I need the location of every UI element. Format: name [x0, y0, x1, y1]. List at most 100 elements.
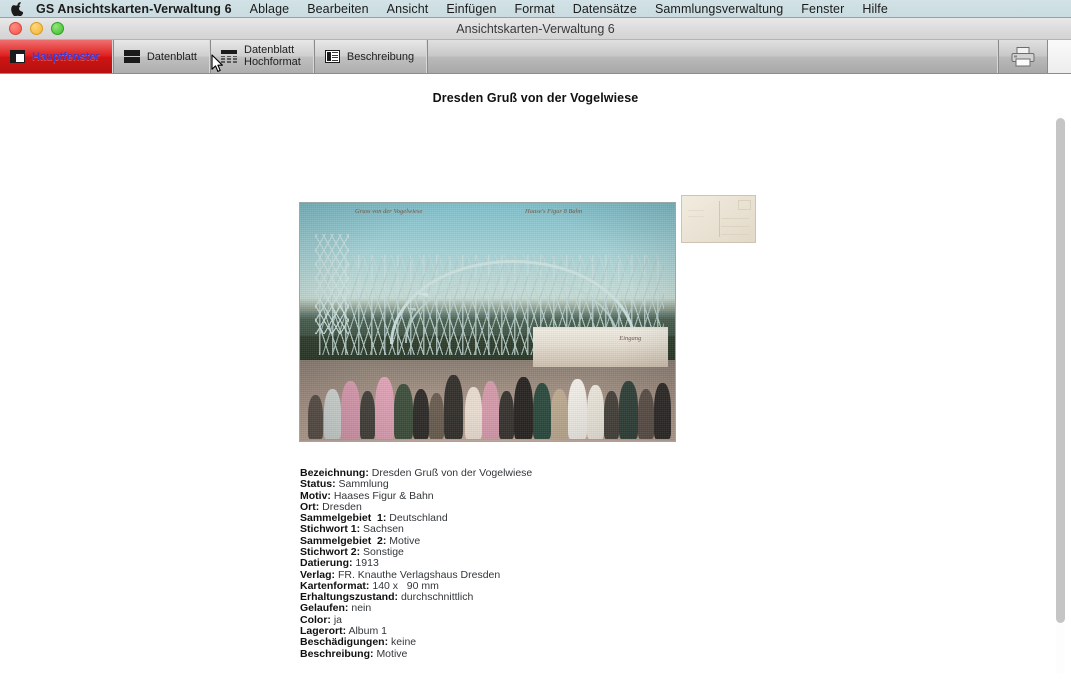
toolbar-right-cap — [1048, 40, 1071, 73]
content-area: Dresden Gruß von der Vogelwiese Eingang … — [0, 74, 1071, 682]
record-field-list: Bezeichnung: Dresden Gruß von der Vogelw… — [300, 468, 532, 660]
field-row: Erhaltungszustand: durchschnittlich — [300, 592, 532, 603]
field-value: Haases Figur & Bahn — [334, 490, 434, 502]
postcard-back-address-line-3 — [721, 234, 749, 235]
field-key: Kartenformat: — [300, 580, 369, 592]
window-title-bar: Ansichtskarten-Verwaltung 6 — [0, 18, 1071, 40]
vertical-scrollbar-thumb[interactable] — [1056, 118, 1065, 623]
toolbar-button-datenblatt-hochformat-label-line2: Hochformat — [244, 57, 301, 69]
field-row: Ort: Dresden — [300, 502, 532, 513]
postcard-front-image[interactable]: Eingang Gruss von der Vogelwiese Haase's… — [299, 202, 676, 442]
field-row: Sammelgebiet 2: Motive — [300, 536, 532, 547]
field-key: Erhaltungszustand: — [300, 591, 398, 603]
field-value: Motive — [376, 648, 407, 660]
field-row: Status: Sammlung — [300, 479, 532, 490]
field-value: Sonstige — [363, 546, 404, 558]
field-value: Dresden — [322, 501, 362, 513]
menu-item-ablage[interactable]: Ablage — [241, 0, 299, 18]
field-key: Sammelgebiet 2: — [300, 535, 386, 547]
field-value: ja — [334, 614, 342, 626]
toolbar-button-datenblatt-label: Datenblatt — [147, 51, 197, 63]
toolbar: Hauptfenster Datenblatt Datenblatt Hochf… — [0, 40, 1071, 74]
field-value: Album 1 — [348, 625, 387, 637]
postcard-caption-right: Haase's Figur 8 Bahn — [525, 208, 582, 215]
table-grid-icon — [221, 50, 237, 63]
toolbar-button-print[interactable] — [999, 40, 1048, 73]
menu-item-ansicht[interactable]: Ansicht — [378, 0, 438, 18]
menu-item-sammlungsverwaltung[interactable]: Sammlungsverwaltung — [646, 0, 792, 18]
field-key: Datierung: — [300, 557, 353, 569]
field-key: Verlag: — [300, 569, 335, 581]
postcard-back-message-line-2 — [688, 216, 704, 217]
close-button[interactable] — [9, 22, 22, 35]
postcard-back-address-line-1 — [721, 218, 749, 219]
field-value: Sammlung — [339, 478, 389, 490]
zoom-button[interactable] — [51, 22, 64, 35]
field-row: Lagerort: Album 1 — [300, 626, 532, 637]
field-value: keine — [391, 636, 416, 648]
menu-item-einfuegen[interactable]: Einfügen — [437, 0, 505, 18]
postcard-back-stamp-box — [738, 200, 751, 210]
field-key: Motiv: — [300, 490, 331, 502]
postcard-caption-left: Gruss von der Vogelwiese — [355, 208, 422, 215]
field-key: Status: — [300, 478, 336, 490]
field-key: Bezeichnung: — [300, 467, 369, 479]
window-layout-icon — [10, 50, 25, 63]
menu-item-bearbeiten[interactable]: Bearbeiten — [298, 0, 377, 18]
menu-bar: GS Ansichtskarten-Verwaltung 6 Ablage Be… — [0, 0, 1071, 18]
window-title: Ansichtskarten-Verwaltung 6 — [0, 18, 1071, 40]
list-lines-icon — [124, 50, 140, 63]
field-row: Verlag: FR. Knauthe Verlagshaus Dresden — [300, 570, 532, 581]
postcard-back-thumbnail[interactable] — [681, 195, 756, 243]
field-value: Motive — [389, 535, 420, 547]
field-key: Sammelgebiet 1: — [300, 512, 386, 524]
field-value: Dresden Gruß von der Vogelwiese — [372, 467, 533, 479]
apple-logo-icon[interactable] — [10, 1, 24, 17]
toolbar-button-beschreibung[interactable]: Beschreibung — [315, 40, 428, 73]
postcard-tower — [315, 234, 349, 334]
record-title: Dresden Gruß von der Vogelwiese — [0, 74, 1071, 105]
field-key: Gelaufen: — [300, 602, 348, 614]
field-value: 140 x 90 mm — [372, 580, 439, 592]
postcard-back-address-line-2 — [721, 226, 749, 227]
field-value: nein — [351, 602, 371, 614]
toolbar-button-hauptfenster[interactable]: Hauptfenster — [0, 40, 114, 73]
toolbar-button-datenblatt-hochformat-label-line1: Datenblatt — [244, 45, 301, 57]
field-row: Datierung: 1913 — [300, 558, 532, 569]
field-row: Color: ja — [300, 615, 532, 626]
postcard-back-divider — [719, 201, 720, 237]
toolbar-button-datenblatt-hochformat[interactable]: Datenblatt Hochformat — [211, 40, 315, 73]
field-row: Motiv: Haases Figur & Bahn — [300, 491, 532, 502]
field-row: Kartenformat: 140 x 90 mm — [300, 581, 532, 592]
field-row: Bezeichnung: Dresden Gruß von der Vogelw… — [300, 468, 532, 479]
document-text-icon — [325, 50, 340, 63]
field-value: Sachsen — [363, 523, 404, 535]
menu-item-datensaetze[interactable]: Datensätze — [564, 0, 646, 18]
field-key: Color: — [300, 614, 331, 626]
field-value: 1913 — [355, 557, 378, 569]
menu-item-fenster[interactable]: Fenster — [792, 0, 853, 18]
field-value: Deutschland — [389, 512, 447, 524]
field-value: durchschnittlich — [401, 591, 473, 603]
minimize-button[interactable] — [30, 22, 43, 35]
field-row: Beschädigungen: keine — [300, 637, 532, 648]
menu-item-app-name[interactable]: GS Ansichtskarten-Verwaltung 6 — [34, 0, 241, 18]
scrollbar-gutter — [1065, 74, 1071, 682]
field-row: Sammelgebiet 1: Deutschland — [300, 513, 532, 524]
postcard-back-message-line-1 — [688, 210, 704, 211]
field-row: Stichwort 1: Sachsen — [300, 524, 532, 535]
toolbar-spacer — [428, 40, 999, 73]
field-row: Stichwort 2: Sonstige — [300, 547, 532, 558]
vertical-scrollbar[interactable] — [1056, 113, 1065, 674]
toolbar-button-hauptfenster-label: Hauptfenster — [32, 51, 100, 63]
menu-item-hilfe[interactable]: Hilfe — [853, 0, 897, 18]
field-key: Stichwort 1: — [300, 523, 360, 535]
field-key: Stichwort 2: — [300, 546, 360, 558]
field-key: Ort: — [300, 501, 319, 513]
toolbar-button-datenblatt[interactable]: Datenblatt — [114, 40, 211, 73]
menu-item-format[interactable]: Format — [506, 0, 564, 18]
window-controls — [0, 22, 64, 35]
toolbar-button-beschreibung-label: Beschreibung — [347, 51, 414, 63]
printer-icon — [1010, 46, 1036, 68]
postcard-crowd — [300, 341, 675, 441]
